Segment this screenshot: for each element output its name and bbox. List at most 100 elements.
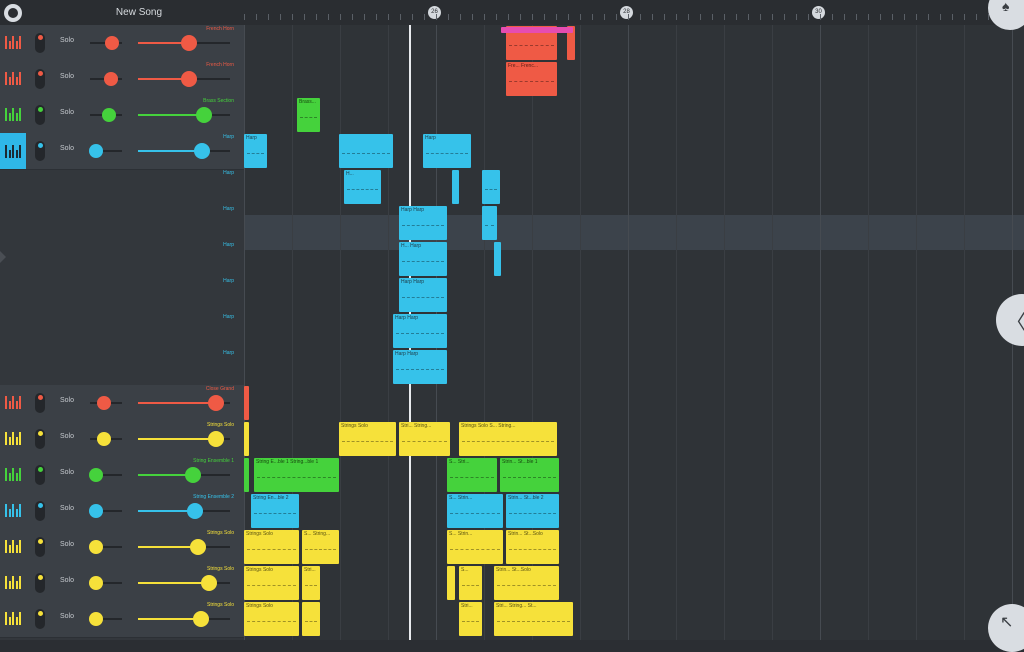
clip[interactable] [494, 242, 501, 276]
track-row[interactable]: Harp [0, 169, 244, 205]
clip[interactable]: H... [344, 170, 381, 204]
track-row[interactable]: Strings Solo Solo [0, 529, 244, 566]
pan-slider-handle[interactable] [89, 576, 104, 590]
pan-slider-handle[interactable] [97, 396, 112, 410]
instrument-icon[interactable] [4, 540, 22, 553]
track-row[interactable]: Harp [0, 277, 244, 313]
solo-button[interactable]: Solo [60, 73, 74, 80]
clip[interactable]: Fre... Frenc... [506, 62, 557, 96]
track-row[interactable]: Harp [0, 241, 244, 277]
clip[interactable] [244, 458, 249, 492]
pan-slider-handle[interactable] [89, 540, 104, 554]
volume-slider-track[interactable] [138, 474, 230, 476]
solo-button[interactable]: Solo [60, 397, 74, 404]
clip[interactable]: String En...ble 2 [251, 494, 299, 528]
clip[interactable]: Stri... [459, 602, 482, 636]
solo-button[interactable]: Solo [60, 577, 74, 584]
clip[interactable]: S... Strin... [447, 530, 503, 564]
mute-knob[interactable] [35, 573, 45, 593]
solo-button[interactable]: Solo [60, 433, 74, 440]
volume-slider-handle[interactable] [194, 143, 211, 159]
track-row[interactable]: French Horn Solo [0, 25, 244, 62]
solo-button[interactable]: Solo [60, 469, 74, 476]
track-row[interactable]: Brass Section Solo [0, 97, 244, 134]
clip[interactable] [339, 134, 393, 168]
clip[interactable]: Strin... St...Solo [494, 566, 559, 600]
clip[interactable] [482, 206, 497, 240]
instrument-icon[interactable] [4, 612, 22, 625]
track-row[interactable]: String Ensemble 1 Solo [0, 457, 244, 494]
clip[interactable]: Strings Solo S... String... [459, 422, 557, 456]
clip[interactable] [244, 422, 249, 456]
volume-slider-track[interactable] [138, 114, 230, 116]
clip[interactable]: Strings Solo [244, 530, 299, 564]
volume-slider-handle[interactable] [208, 431, 225, 447]
clip[interactable]: Harp Harp [393, 350, 447, 384]
instrument-icon[interactable] [4, 504, 22, 517]
volume-slider-handle[interactable] [185, 467, 202, 483]
mute-knob[interactable] [35, 393, 45, 413]
pan-slider-handle[interactable] [89, 612, 104, 626]
mute-knob[interactable] [35, 537, 45, 557]
solo-button[interactable]: Solo [60, 109, 74, 116]
volume-slider-handle[interactable] [200, 575, 217, 591]
volume-slider-handle[interactable] [187, 503, 204, 519]
mute-knob[interactable] [35, 501, 45, 521]
instrument-icon[interactable] [4, 576, 22, 589]
track-row[interactable]: String Ensemble 2 Solo [0, 493, 244, 530]
pan-slider-handle[interactable] [97, 432, 112, 446]
clip[interactable]: Harp Harp [393, 314, 447, 348]
pan-slider-handle[interactable] [89, 468, 104, 482]
clip[interactable] [447, 566, 455, 600]
volume-slider-handle[interactable] [189, 539, 206, 555]
mute-knob[interactable] [35, 69, 45, 89]
track-row[interactable]: Strings Solo Solo [0, 601, 244, 638]
timeline-ruler[interactable]: 26 28 30 [244, 0, 1024, 25]
mute-knob[interactable] [35, 105, 45, 125]
volume-slider-handle[interactable] [192, 611, 209, 627]
clip[interactable] [482, 170, 500, 204]
clip[interactable]: S... [459, 566, 482, 600]
mute-knob[interactable] [35, 429, 45, 449]
clip[interactable]: Strin... St...ble 2 [506, 494, 559, 528]
track-row[interactable]: French Horn Solo [0, 61, 244, 98]
volume-slider-track[interactable] [138, 546, 230, 548]
mute-knob[interactable] [35, 465, 45, 485]
loop-region[interactable] [501, 27, 573, 33]
solo-button[interactable]: Solo [60, 505, 74, 512]
instrument-icon[interactable] [0, 133, 26, 169]
solo-button[interactable]: Solo [60, 541, 74, 548]
clip[interactable]: Brass... [297, 98, 320, 132]
clip[interactable]: Harp Harp [399, 206, 447, 240]
mute-knob[interactable] [35, 33, 45, 53]
solo-button[interactable]: Solo [60, 145, 74, 152]
bar-marker[interactable]: 30 [812, 6, 825, 19]
clip[interactable]: Strings Solo [244, 566, 299, 600]
track-row[interactable]: Harp [0, 349, 244, 385]
pan-slider-handle[interactable] [103, 72, 118, 86]
instrument-icon[interactable] [4, 396, 22, 409]
clip[interactable]: Strin... St...Solo [506, 530, 559, 564]
clip[interactable]: Strin... St...ble 1 [500, 458, 559, 492]
solo-button[interactable]: Solo [60, 613, 74, 620]
pan-slider-handle[interactable] [105, 36, 120, 50]
mute-knob[interactable] [35, 609, 45, 629]
clip[interactable]: Stri... String... St... [494, 602, 573, 636]
clip[interactable]: S... Stri... [447, 458, 497, 492]
instrument-icon[interactable] [4, 72, 22, 85]
expand-view-icon[interactable]: ↖ [988, 604, 1024, 652]
instrument-icon[interactable] [4, 36, 22, 49]
volume-slider-track[interactable] [138, 150, 230, 152]
clip[interactable] [302, 602, 320, 636]
solo-button[interactable]: Solo [60, 37, 74, 44]
clip[interactable]: Stri... String... [399, 422, 450, 456]
volume-slider-handle[interactable] [180, 71, 197, 87]
clip[interactable]: Stri... [302, 566, 320, 600]
clip[interactable]: Harp [423, 134, 471, 168]
volume-slider-handle[interactable] [208, 395, 225, 411]
clip[interactable]: Harp [244, 134, 267, 168]
track-row[interactable]: Close Grand Solo [0, 385, 244, 422]
volume-slider-track[interactable] [138, 618, 230, 620]
track-row[interactable]: Harp [0, 205, 244, 241]
volume-slider-track[interactable] [138, 510, 230, 512]
